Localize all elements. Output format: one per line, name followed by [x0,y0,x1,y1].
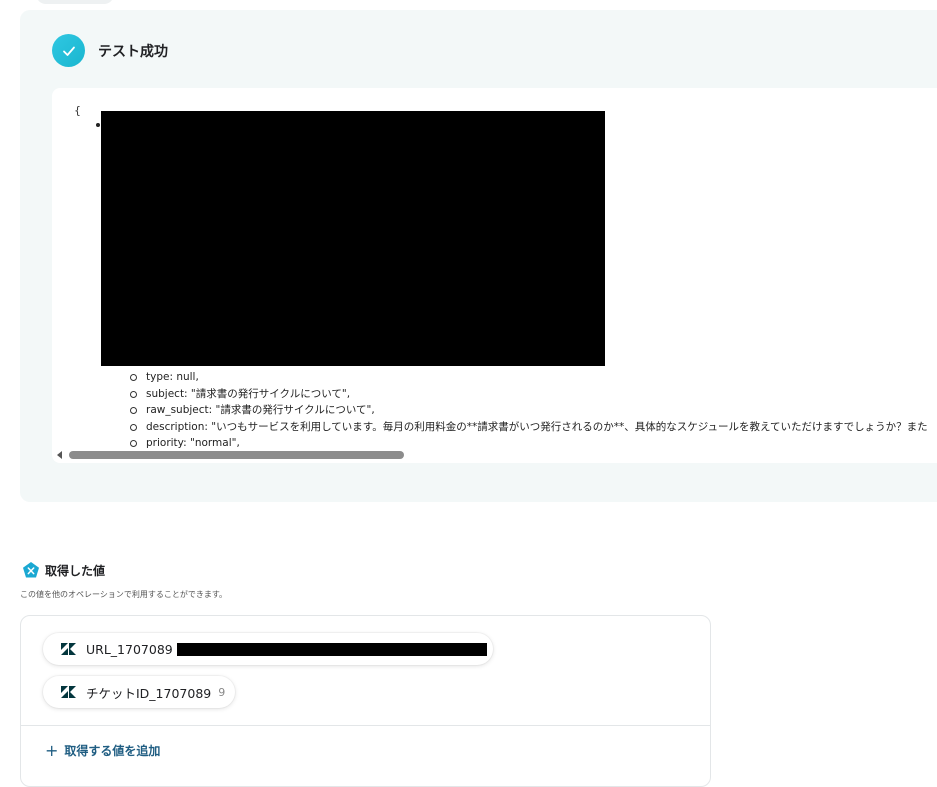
test-success-title: テスト成功 [98,44,168,60]
horizontal-scrollbar-thumb[interactable] [69,451,404,459]
retrieved-values-description: この値を他のオペレーションで利用することができます。 [20,590,228,599]
retrieved-values-card: URL_1707089 チケットID_1707089 9 + 取得する値を追加 [20,615,711,787]
check-icon [52,34,85,67]
add-value-label: 取得する値を追加 [64,744,161,758]
zendesk-icon [61,686,76,698]
redacted-value [176,642,487,656]
json-output-box[interactable]: { type: null, subject: "請求書の発行サイクルについて",… [52,88,937,463]
json-line-type: type: null, [130,369,928,386]
value-chip-ticket-id[interactable]: チケットID_1707089 9 [43,676,235,708]
plus-icon: + [45,740,59,760]
json-line-description: description: "いつもサービスを利用しています。毎月の利用料金の**… [130,419,928,436]
value-chip-label: チケットID_1707089 [86,685,212,701]
card-divider [21,725,710,726]
value-chip-label: URL_1707089 [86,641,173,657]
value-chip-value: 9 [218,685,226,699]
json-open-brace: { [74,104,81,117]
json-field-list: type: null, subject: "請求書の発行サイクルについて", r… [130,369,928,452]
zendesk-icon [61,643,76,655]
redacted-block [101,111,605,366]
retrieved-values-title: 取得した値 [45,564,106,578]
value-chip-url[interactable]: URL_1707089 [43,633,493,665]
json-line-subject: subject: "請求書の発行サイクルについて", [130,386,928,403]
top-tab-stub [36,0,114,4]
scroll-left-arrow-icon[interactable] [57,451,62,459]
x-pentagon-icon [22,561,40,579]
json-line-raw-subject: raw_subject: "請求書の発行サイクルについて", [130,402,928,419]
add-value-button[interactable]: + 取得する値を追加 [45,742,160,759]
json-line-priority: priority: "normal", [130,435,928,452]
json-bullet [96,123,100,127]
